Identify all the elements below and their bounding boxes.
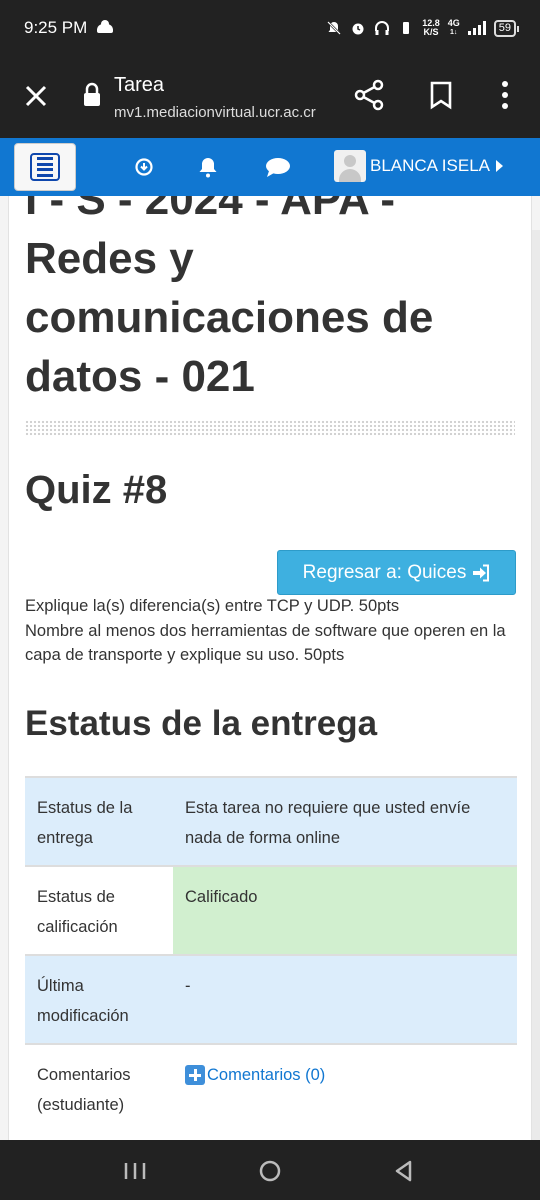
row-label: Comentarios (estudiante) — [25, 1044, 173, 1132]
row-label: Última modificación — [25, 955, 173, 1044]
more-options-icon[interactable] — [498, 80, 512, 110]
bookmark-icon[interactable] — [428, 80, 454, 110]
submission-status-table: Estatus de la entrega Esta tarea no requ… — [25, 776, 517, 1132]
headphones-icon — [375, 21, 390, 35]
lock-icon — [84, 82, 100, 106]
net-speed: 12.8 K/S — [422, 18, 440, 37]
site-navbar: BLANCA ISELA — [0, 138, 540, 196]
table-row: Estatus de la entrega Esta tarea no requ… — [25, 777, 517, 866]
submission-status-heading: Estatus de la entrega — [25, 704, 378, 743]
hamburger-icon — [30, 153, 60, 181]
plus-icon — [185, 1065, 205, 1085]
avatar — [334, 150, 366, 182]
row-label: Estatus de la entrega — [25, 777, 173, 866]
close-icon[interactable] — [22, 82, 50, 110]
main-content: I - S - 2024 - APA - Redes y comunicacio… — [8, 196, 532, 1140]
row-value: - — [173, 955, 517, 1044]
status-bar: 9:25 PM 12.8 K/S 4G 1↓ 59 — [0, 0, 540, 56]
course-title: I - S - 2024 - APA - Redes y comunicacio… — [25, 196, 434, 401]
menu-button[interactable] — [14, 143, 76, 191]
back-button-label: Regresar a: Quices — [302, 561, 467, 583]
page-title: Quiz #8 — [25, 468, 168, 512]
sign-in-icon — [473, 564, 490, 581]
assignment-intro: Explique la(s) diferencia(s) entre TCP y… — [25, 594, 515, 668]
user-name: BLANCA ISELA — [370, 156, 491, 175]
share-icon[interactable] — [352, 78, 386, 112]
row-value: Esta tarea no requiere que usted envíe n… — [173, 777, 517, 866]
vibrate-icon — [403, 22, 410, 34]
cloud-icon — [97, 19, 114, 33]
status-time: 9:25 PM — [24, 18, 88, 37]
back-to-quizzes-button[interactable]: Regresar a: Quices — [277, 550, 516, 595]
battery-icon: 59 — [493, 19, 520, 37]
row-label: Estatus de calificación — [25, 866, 173, 955]
mute-bell-icon — [327, 21, 342, 35]
intro-line: Nombre al menos dos herramientas de soft… — [25, 621, 506, 665]
grading-status-value: Calificado — [173, 866, 517, 955]
alarm-icon — [352, 23, 364, 35]
address-url[interactable]: mv1.mediacionvirtual.ucr.ac.cr — [114, 104, 316, 121]
comments-link-label: Comentarios (0) — [207, 1066, 326, 1084]
back-icon[interactable] — [391, 1158, 417, 1184]
comments-cell: Comentarios (0) — [173, 1044, 517, 1132]
download-circle-icon[interactable] — [132, 155, 156, 179]
home-icon[interactable] — [257, 1158, 283, 1184]
table-row: Estatus de calificación Calificado — [25, 866, 517, 955]
divider — [25, 420, 515, 436]
page-tab-title: Tarea — [114, 74, 165, 96]
network-type: 4G 1↓ — [447, 18, 460, 37]
intro-line: Explique la(s) diferencia(s) entre TCP y… — [25, 597, 400, 615]
caret-right-icon — [496, 160, 504, 172]
signal-icon — [467, 21, 486, 35]
messages-chat-icon[interactable] — [264, 155, 292, 179]
table-row: Última modificación - — [25, 955, 517, 1044]
browser-toolbar: Tarea mv1.mediacionvirtual.ucr.ac.cr — [0, 56, 540, 138]
notifications-bell-icon[interactable] — [196, 155, 220, 179]
comments-link[interactable]: Comentarios (0) — [185, 1060, 325, 1090]
user-menu[interactable]: BLANCA ISELA — [334, 150, 504, 182]
table-row: Comentarios (estudiante) Comentarios (0) — [25, 1044, 517, 1132]
scrollbar[interactable] — [532, 230, 540, 1140]
system-navigation-bar — [0, 1140, 540, 1200]
recents-icon[interactable] — [122, 1158, 148, 1184]
